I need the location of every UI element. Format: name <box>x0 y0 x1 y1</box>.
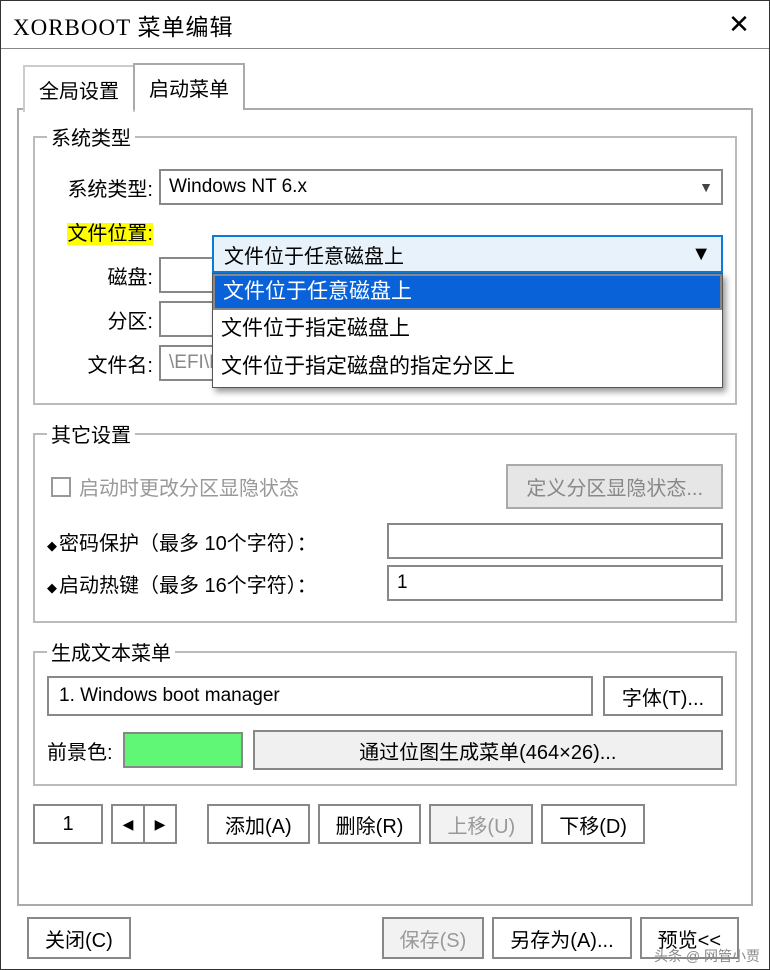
label-disk: 磁盘: <box>47 261 159 290</box>
group-genmenu: 生成文本菜单 1. Windows boot manager 字体(T)... … <box>33 637 737 786</box>
color-swatch[interactable] <box>123 732 243 768</box>
dropdown-option-0[interactable]: 文件位于任意磁盘上 <box>213 274 722 310</box>
tab-boot[interactable]: 启动菜单 <box>133 63 245 110</box>
movedown-button[interactable]: 下移(D) <box>541 804 645 844</box>
chevron-down-icon: ▼ <box>699 179 713 195</box>
select-fileloc-value: 文件位于任意磁盘上 <box>224 240 404 269</box>
saveas-button[interactable]: 另存为(A)... <box>492 917 631 959</box>
label-systype: 系统类型: <box>47 173 159 202</box>
group-systype: 系统类型 系统类型: Windows NT 6.x ▼ 文件位置: 文件位于任意… <box>33 122 737 405</box>
chevron-down-icon: ▼ <box>691 243 711 266</box>
checkbox-partvis[interactable] <box>51 477 71 497</box>
dropdown-list: 文件位于任意磁盘上 文件位于指定磁盘上 文件位于指定磁盘的指定分区上 <box>212 273 723 388</box>
input-menutext[interactable]: 1. Windows boot manager <box>47 676 593 716</box>
input-password[interactable] <box>387 523 723 559</box>
add-button[interactable]: 添加(A) <box>207 804 310 844</box>
legend-systype: 系统类型 <box>47 122 135 151</box>
window-title: XORBOOT 菜单编辑 <box>13 8 234 42</box>
dropdown-option-1[interactable]: 文件位于指定磁盘上 <box>213 310 722 348</box>
label-password: 密码保护（最多 10个字符）： <box>47 527 387 556</box>
preview-button[interactable]: 预览<< <box>640 917 739 959</box>
group-other: 其它设置 启动时更改分区显隐状态 定义分区显隐状态... 密码保护（最多 10个… <box>33 419 737 623</box>
select-systype-value: Windows NT 6.x <box>169 176 307 198</box>
next-button[interactable]: ▶ <box>143 804 177 844</box>
titlebar: XORBOOT 菜单编辑 ✕ <box>1 1 769 49</box>
prev-button[interactable]: ◀ <box>111 804 145 844</box>
save-button[interactable]: 保存(S) <box>382 917 485 959</box>
delete-button[interactable]: 删除(R) <box>318 804 422 844</box>
moveup-button[interactable]: 上移(U) <box>429 804 533 844</box>
page-number: 1 <box>33 804 103 844</box>
fileloc-dropdown: 文件位于任意磁盘上 ▼ 文件位于任意磁盘上 文件位于指定磁盘上 文件位于指定磁盘… <box>212 235 723 388</box>
tabpanel-boot: 系统类型 系统类型: Windows NT 6.x ▼ 文件位置: 文件位于任意… <box>17 108 753 906</box>
close-icon[interactable]: ✕ <box>709 1 769 49</box>
label-fileloc: 文件位置: <box>47 217 159 246</box>
input-hotkey[interactable] <box>387 565 723 601</box>
pager: 1 ◀ ▶ 添加(A) 删除(R) 上移(U) 下移(D) <box>33 804 737 844</box>
font-button[interactable]: 字体(T)... <box>603 676 723 716</box>
label-part: 分区: <box>47 305 159 334</box>
legend-genmenu: 生成文本菜单 <box>47 637 175 666</box>
tabs: 全局设置 启动菜单 <box>23 63 753 110</box>
label-partvis: 启动时更改分区显隐状态 <box>79 472 498 501</box>
select-systype[interactable]: Windows NT 6.x ▼ <box>159 169 723 205</box>
label-foreground: 前景色: <box>47 736 113 765</box>
select-fileloc[interactable]: 文件位于任意磁盘上 ▼ <box>212 235 723 273</box>
tab-global[interactable]: 全局设置 <box>23 65 135 112</box>
label-hotkey: 启动热键（最多 16个字符）： <box>47 569 387 598</box>
footer: 关闭(C) 保存(S) 另存为(A)... 预览<< <box>17 906 753 959</box>
legend-other: 其它设置 <box>47 419 135 448</box>
bitmap-menu-button[interactable]: 通过位图生成菜单(464×26)... <box>253 730 723 770</box>
label-filename: 文件名: <box>47 349 159 378</box>
define-partvis-button[interactable]: 定义分区显隐状态... <box>506 464 723 509</box>
close-button[interactable]: 关闭(C) <box>27 917 131 959</box>
window: XORBOOT 菜单编辑 ✕ 全局设置 启动菜单 系统类型 系统类型: Wind… <box>0 0 770 970</box>
dropdown-option-2[interactable]: 文件位于指定磁盘的指定分区上 <box>213 348 722 386</box>
content: 全局设置 启动菜单 系统类型 系统类型: Windows NT 6.x ▼ 文件… <box>1 49 769 969</box>
